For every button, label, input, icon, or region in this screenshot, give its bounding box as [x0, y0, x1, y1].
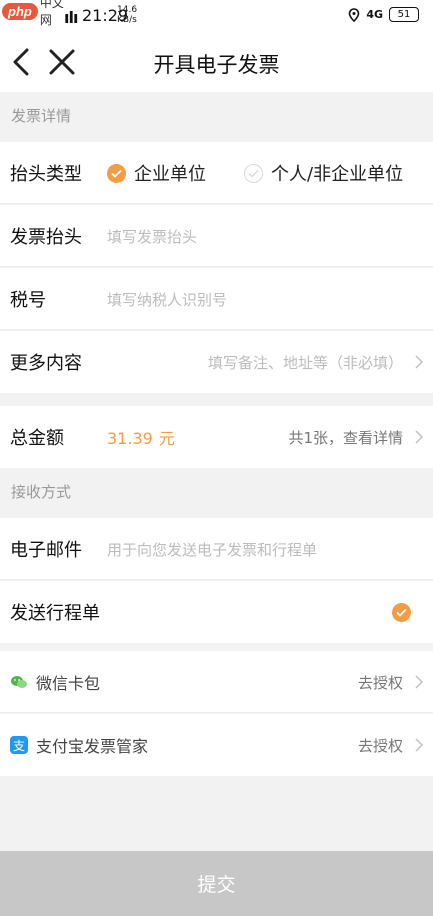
alipay-invoice-label: 支付宝发票管家 [36, 737, 149, 756]
radio-personal-label: 个人/非企业单位 [271, 164, 404, 185]
logo-php-text: php [2, 2, 38, 20]
status-bar: php 中文网 ılı 21:29 14.6 KB/s 4G 51 [0, 0, 433, 32]
chevron-right-icon [415, 355, 424, 369]
alipay-invoice-row[interactable]: 支 支付宝发票管家 去授权 [0, 714, 433, 776]
invoice-title-label: 发票抬头 [10, 227, 82, 248]
total-amount-value: 31.39 元 [107, 425, 175, 449]
wechat-card-row[interactable]: 微信卡包 去授权 [0, 651, 433, 713]
tax-number-input[interactable]: 填写纳税人识别号 [107, 289, 227, 310]
tax-number-label: 税号 [10, 290, 46, 311]
radio-company-label: 企业单位 [134, 164, 206, 185]
watermark-logo: php 中文网 [0, 0, 64, 27]
network-type: 4G [366, 8, 383, 21]
section-header-invoice: 发票详情 [11, 106, 72, 125]
chevron-right-icon [415, 675, 424, 689]
title-type-label: 抬头类型 [10, 164, 82, 185]
email-input[interactable]: 用于向您发送电子发票和行程单 [107, 539, 317, 560]
net-speed: 14.6 KB/s [117, 5, 137, 25]
invoice-title-input[interactable]: 填写发票抬头 [107, 226, 197, 247]
email-label: 电子邮件 [10, 540, 82, 561]
send-itinerary-row[interactable]: 发送行程单 [0, 581, 433, 643]
radio-checked-icon [107, 163, 126, 183]
check-icon [396, 608, 407, 617]
send-itinerary-checkbox[interactable] [392, 602, 411, 622]
wechat-icon [11, 676, 27, 688]
status-right: 4G 51 [348, 7, 419, 22]
total-amount-row[interactable]: 总金额 31.39 元 共1张，查看详情 [0, 406, 433, 468]
more-content-label: 更多内容 [10, 353, 82, 374]
nav-bar: 开具电子发票 [0, 32, 433, 92]
alipay-authorize-link[interactable]: 去授权 [358, 735, 403, 756]
chevron-right-icon [415, 430, 424, 444]
email-row[interactable]: 电子邮件 用于向您发送电子发票和行程单 [0, 518, 433, 580]
tax-number-row[interactable]: 税号 填写纳税人识别号 [0, 268, 433, 330]
signal-icon: ılı [64, 8, 78, 27]
logo-cn-text: 中文网 [39, 0, 64, 27]
radio-unchecked-icon [244, 163, 263, 183]
page-title: 开具电子发票 [153, 53, 280, 77]
more-content-row[interactable]: 更多内容 填写备注、地址等（非必填） [0, 331, 433, 393]
battery-level: 51 [397, 9, 411, 20]
total-amount-label: 总金额 [10, 428, 64, 449]
section-header-receive: 接收方式 [11, 482, 72, 501]
view-details-link[interactable]: 共1张，查看详情 [288, 427, 403, 448]
invoice-title-row[interactable]: 发票抬头 填写发票抬头 [0, 205, 433, 267]
amount-number: 31.39 [107, 429, 153, 448]
title-type-row: 抬头类型 企业单位 个人/非企业单位 [0, 142, 433, 204]
more-content-placeholder: 填写备注、地址等（非必填） [207, 353, 403, 372]
wechat-authorize-link[interactable]: 去授权 [358, 672, 403, 693]
alipay-icon: 支 [10, 736, 28, 754]
radio-company[interactable]: 企业单位 [107, 160, 206, 186]
radio-personal[interactable]: 个人/非企业单位 [244, 160, 403, 186]
chevron-right-icon [415, 738, 424, 752]
amount-unit: 元 [158, 429, 175, 448]
net-speed-value: 14.6 [117, 5, 138, 15]
submit-button[interactable]: 提交 [0, 851, 433, 916]
location-icon [349, 7, 360, 22]
send-itinerary-label: 发送行程单 [10, 603, 100, 624]
battery-icon: 51 [389, 7, 419, 22]
wechat-card-label: 微信卡包 [36, 674, 101, 693]
net-speed-unit: KB/s [117, 15, 137, 25]
